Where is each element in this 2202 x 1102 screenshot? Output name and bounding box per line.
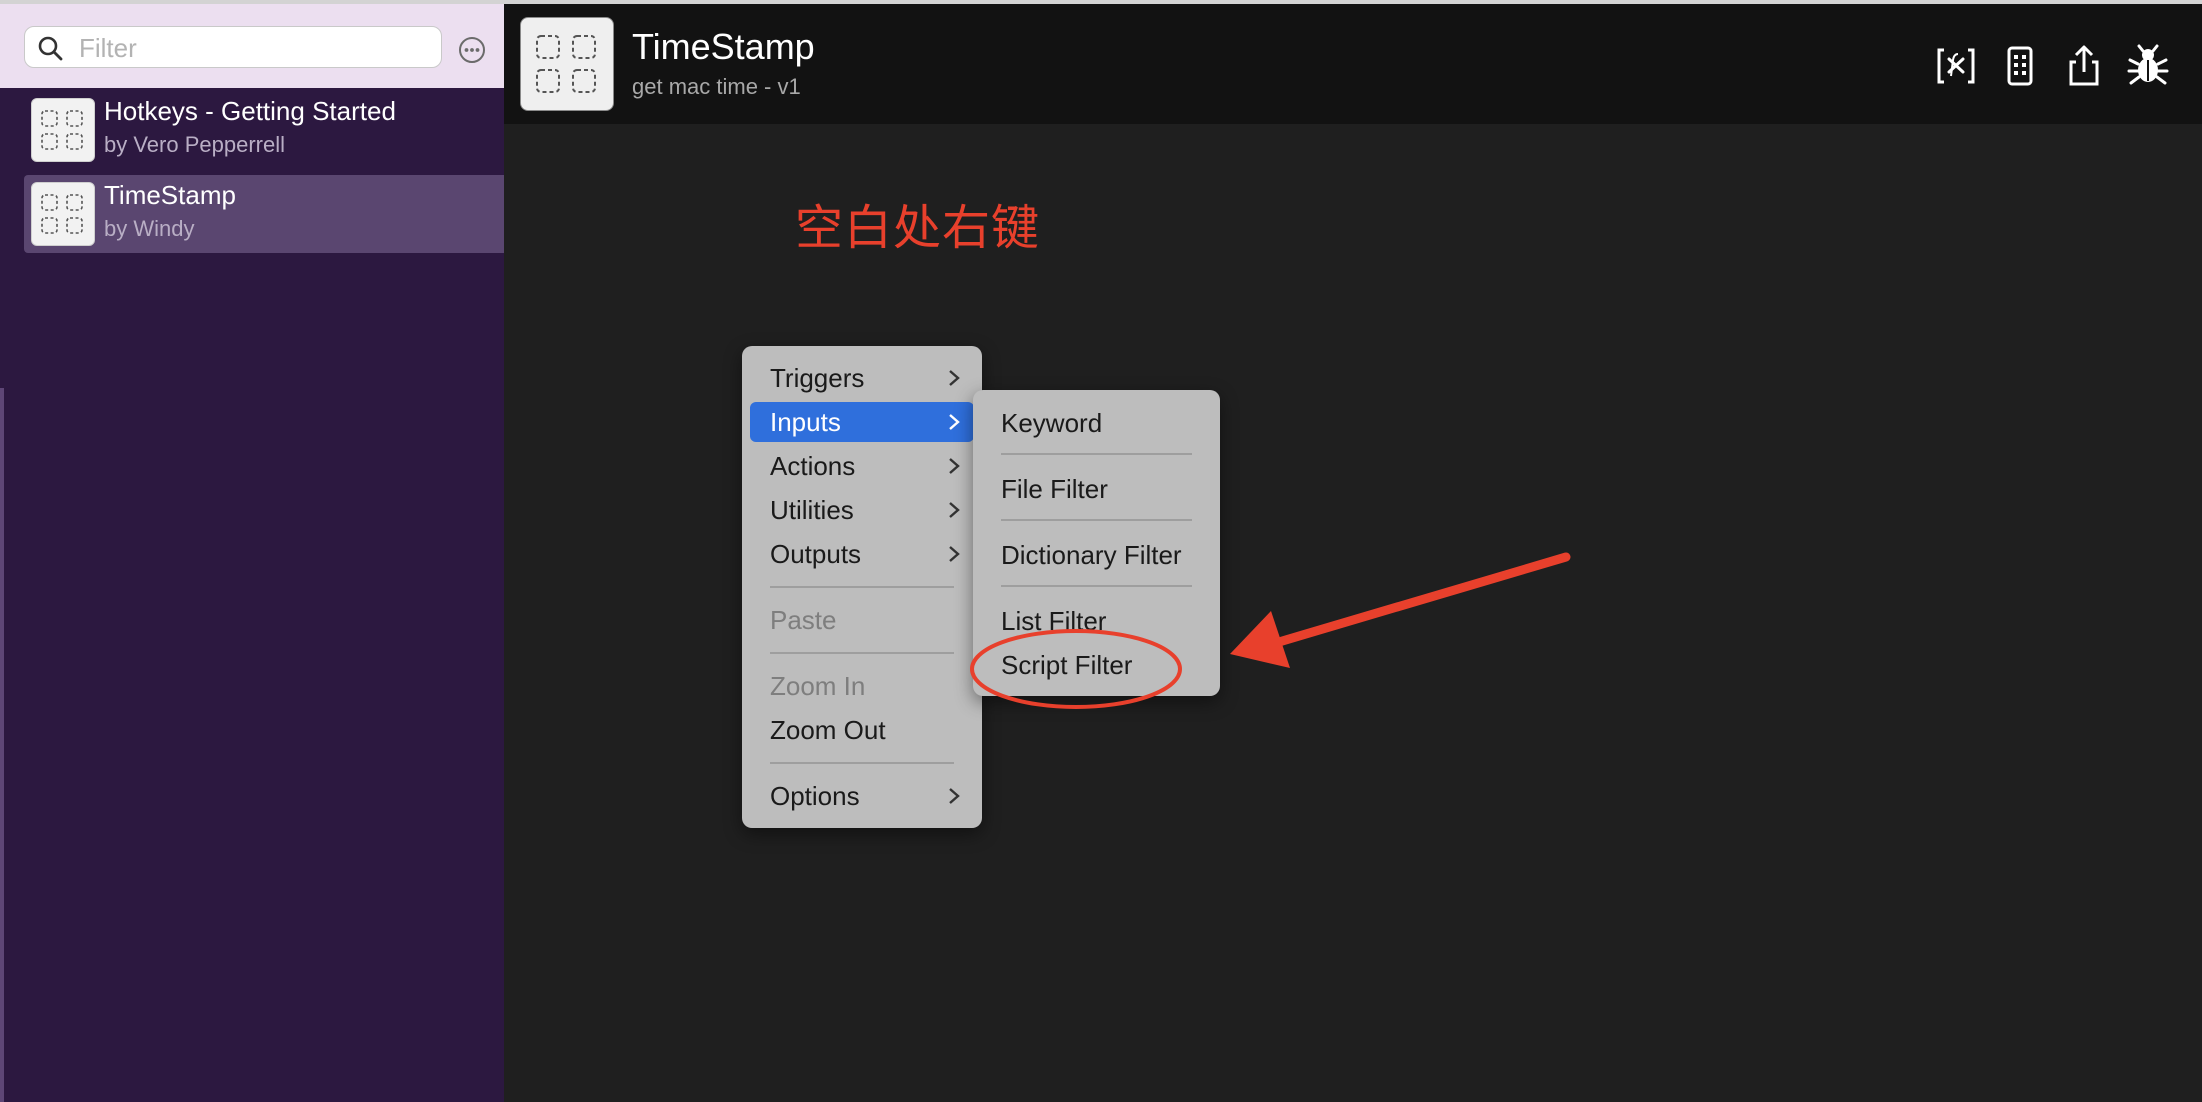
- chevron-right-icon: [949, 414, 960, 430]
- menu-separator: [770, 762, 954, 764]
- menu-item-label: Zoom In: [770, 671, 866, 701]
- menu-item-label: Inputs: [770, 407, 841, 437]
- submenu-item-script-filter[interactable]: Script Filter: [1001, 650, 1132, 681]
- menu-item-label: Paste: [770, 605, 837, 635]
- search-box[interactable]: [24, 26, 442, 68]
- annotation-arrowhead: [1230, 611, 1290, 668]
- menu-item-actions[interactable]: Actions: [750, 446, 974, 486]
- search-icon: [38, 36, 63, 61]
- submenu-item-file-filter[interactable]: File Filter: [1001, 474, 1108, 505]
- context-menu: Triggers Inputs Actions Utilities Output…: [742, 346, 982, 828]
- menu-separator: [1001, 453, 1192, 455]
- variables-icon[interactable]: [1934, 44, 1978, 88]
- workflow-grid-icon: [536, 35, 596, 93]
- workflow-icon: [31, 182, 95, 246]
- workflow-item-timestamp[interactable]: TimeStamp by Windy: [24, 175, 504, 253]
- filter-input[interactable]: [77, 31, 431, 65]
- chevron-right-icon: [949, 546, 960, 562]
- sidebar-search-bar: [0, 0, 504, 88]
- workflow-title-heading: TimeStamp: [632, 26, 815, 67]
- workflow-header-icon[interactable]: [520, 17, 614, 111]
- ellipsis-circle-icon[interactable]: [458, 36, 486, 64]
- menu-item-options[interactable]: Options: [750, 776, 974, 816]
- share-icon[interactable]: [2062, 44, 2106, 88]
- menu-item-label: Actions: [770, 451, 856, 481]
- workflow-title: Hotkeys - Getting Started: [104, 96, 396, 126]
- submenu-item-keyword[interactable]: Keyword: [1001, 408, 1102, 439]
- workflow-grid-icon: [41, 110, 83, 150]
- submenu-item-dictionary-filter[interactable]: Dictionary Filter: [1001, 540, 1182, 571]
- workflow-grid-icon: [41, 194, 83, 234]
- menu-item-zoom-out[interactable]: Zoom Out: [750, 710, 974, 750]
- debug-bug-icon[interactable]: [2126, 44, 2170, 88]
- chevron-right-icon: [949, 458, 960, 474]
- workflow-sidebar: Hotkeys - Getting Started by Vero Pepper…: [0, 0, 504, 1102]
- workflow-title: TimeStamp: [104, 180, 236, 210]
- menu-item-label: Outputs: [770, 539, 862, 569]
- menu-item-label: Zoom Out: [770, 715, 886, 745]
- workflow-subtitle: get mac time - v1: [632, 74, 801, 99]
- inputs-submenu: Keyword File Filter Dictionary Filter Li…: [973, 390, 1220, 696]
- menu-item-triggers[interactable]: Triggers: [750, 358, 974, 398]
- sidebar-edge: [0, 388, 4, 1102]
- workflow-author: by Windy: [104, 216, 195, 241]
- menu-separator: [770, 586, 954, 588]
- menu-separator: [1001, 519, 1192, 521]
- menu-item-label: Options: [770, 781, 860, 811]
- chevron-right-icon: [949, 502, 960, 518]
- workflow-item-hotkeys[interactable]: Hotkeys - Getting Started by Vero Pepper…: [24, 91, 504, 169]
- chevron-right-icon: [949, 370, 960, 386]
- menu-separator: [770, 652, 954, 654]
- workflow-header: TimeStamp get mac time - v1: [504, 0, 2202, 124]
- menu-item-paste: Paste: [750, 600, 974, 640]
- annotation-arrow-shaft: [1257, 552, 1571, 652]
- chevron-right-icon: [949, 788, 960, 804]
- menu-item-zoom-in: Zoom In: [750, 666, 974, 706]
- menu-item-outputs[interactable]: Outputs: [750, 534, 974, 574]
- menu-item-inputs[interactable]: Inputs: [750, 402, 974, 442]
- submenu-item-list-filter[interactable]: List Filter: [1001, 606, 1106, 637]
- menu-item-utilities[interactable]: Utilities: [750, 490, 974, 530]
- notes-icon[interactable]: [1998, 44, 2042, 88]
- menu-item-label: Triggers: [770, 363, 865, 393]
- workflow-author: by Vero Pepperrell: [104, 132, 285, 157]
- menu-separator: [1001, 585, 1192, 587]
- menu-item-label: Utilities: [770, 495, 854, 525]
- workflow-icon: [31, 98, 95, 162]
- annotation-text: 空白处右键: [795, 200, 1041, 256]
